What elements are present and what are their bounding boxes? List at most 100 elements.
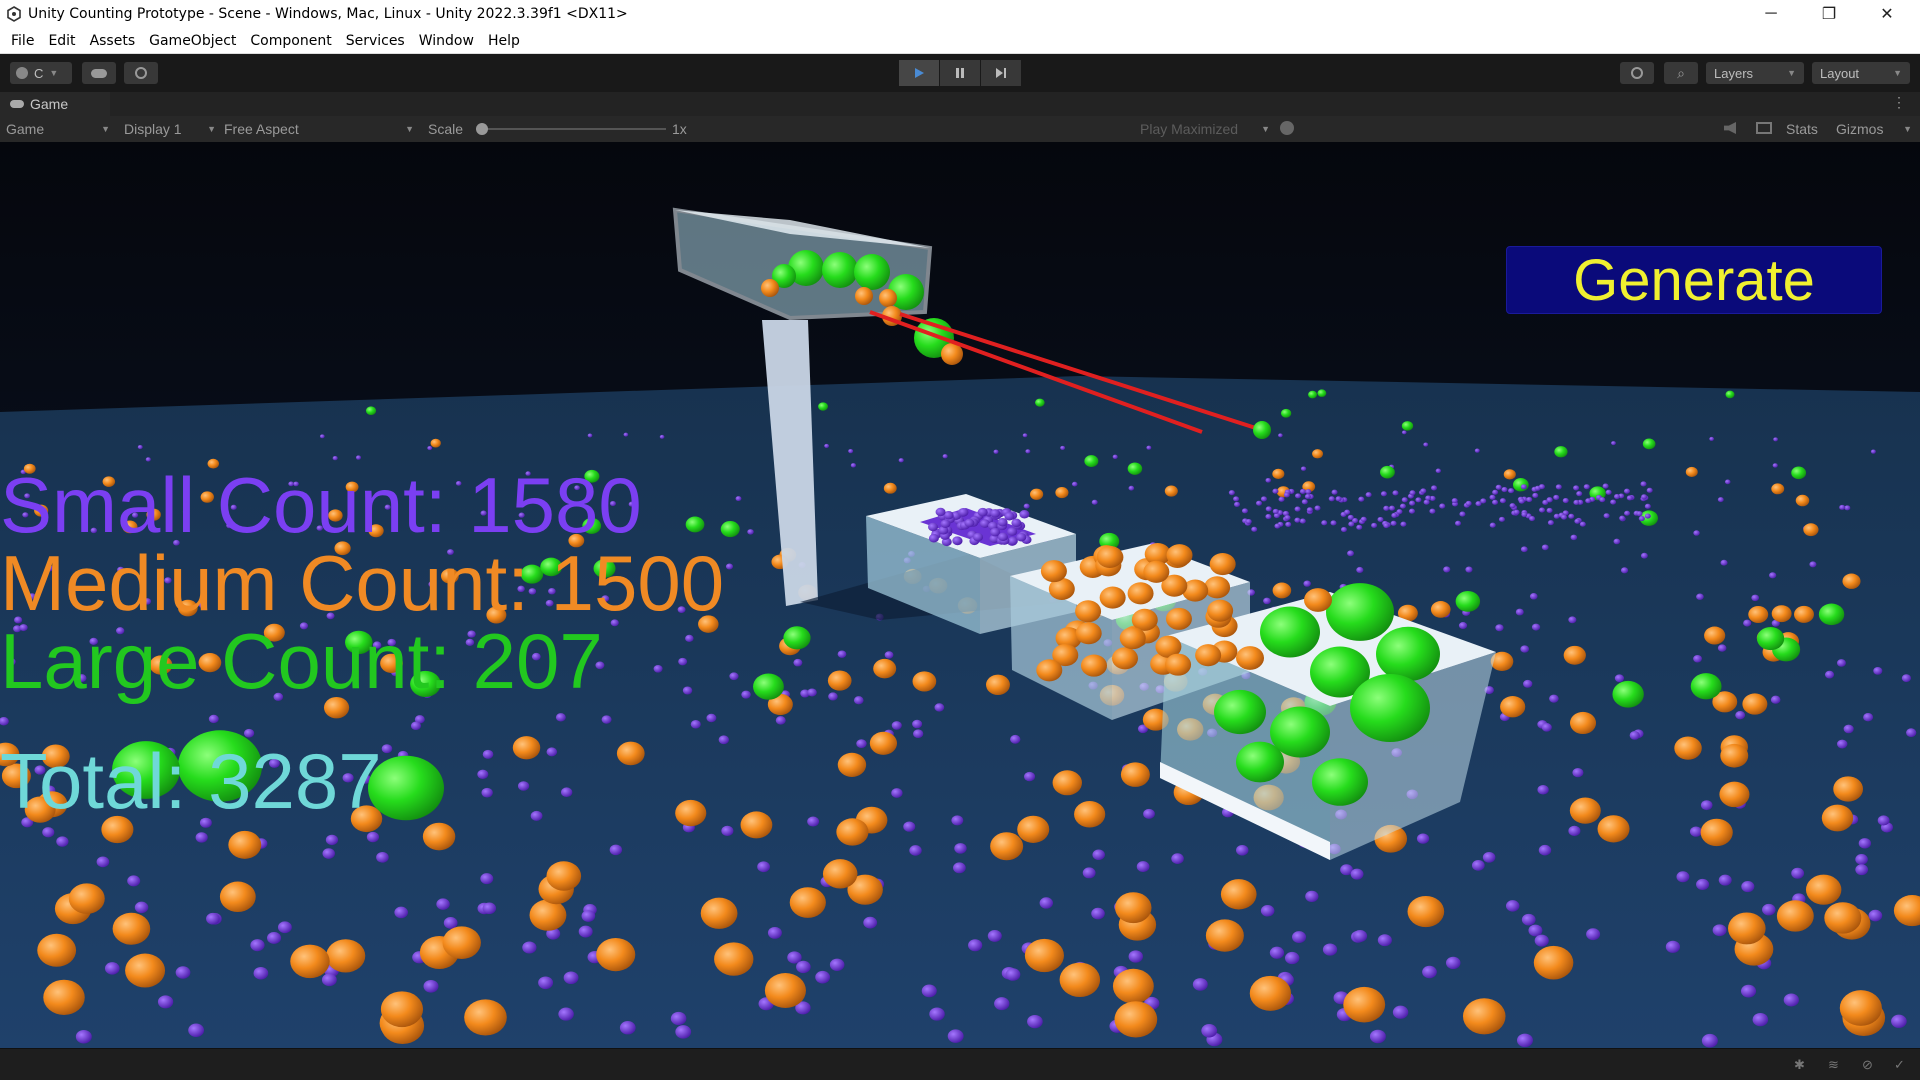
scene-ball <box>137 445 143 450</box>
play-icon <box>915 68 924 78</box>
scene-ball <box>1613 494 1620 500</box>
menu-edit[interactable]: Edit <box>41 33 82 49</box>
game-viewport[interactable]: Small Count: 1580 Medium Count: 1500 Lar… <box>0 142 1920 1048</box>
scale-label: Scale <box>428 121 464 137</box>
scene-ball <box>1435 468 1441 474</box>
play-mode-select[interactable]: Play Maximized ▼ <box>1140 120 1270 138</box>
scene-ball <box>482 902 497 914</box>
scene-ball <box>1369 1029 1386 1044</box>
scene-ball <box>1312 758 1368 806</box>
tab-game[interactable]: Game <box>0 92 110 116</box>
network-status-icon[interactable]: ⊘ <box>1862 1057 1880 1073</box>
layers-status-icon[interactable]: ≋ <box>1828 1057 1846 1073</box>
menu-component[interactable]: Component <box>243 33 338 49</box>
scene-ball <box>721 825 734 837</box>
menu-file[interactable]: File <box>4 33 41 49</box>
scene-ball <box>206 912 220 925</box>
scale-slider[interactable] <box>476 120 666 138</box>
scene-ball <box>529 899 567 931</box>
layers-dropdown[interactable]: Layers ▼ <box>1706 62 1804 84</box>
account-dropdown[interactable]: C ▼ <box>10 62 72 84</box>
menu-assets[interactable]: Assets <box>83 33 143 49</box>
scene-ball <box>837 752 867 777</box>
restore-button[interactable]: ❐ <box>1806 0 1852 28</box>
scene-ball <box>1305 489 1312 495</box>
scene-ball <box>1007 527 1018 536</box>
scene-ball <box>188 1023 205 1037</box>
scene-ball <box>1538 844 1552 856</box>
scene-ball <box>990 832 1024 861</box>
close-button[interactable]: ✕ <box>1864 0 1910 28</box>
scene-ball <box>1553 494 1560 501</box>
search-button[interactable]: ⌕ <box>1664 62 1698 84</box>
scene-ball <box>714 942 754 976</box>
scene-ball <box>1455 520 1462 526</box>
minimize-button[interactable]: ─ <box>1748 0 1794 28</box>
scene-ball <box>1576 491 1583 497</box>
check-status-icon[interactable]: ✓ <box>1894 1057 1912 1073</box>
aspect-select[interactable]: Free Aspect ▼ <box>224 120 414 138</box>
chevron-down-icon: ▼ <box>1903 124 1912 134</box>
pause-button[interactable] <box>940 60 980 86</box>
scale-slider-handle[interactable] <box>476 123 488 135</box>
menu-window[interactable]: Window <box>412 33 481 49</box>
bug-icon[interactable] <box>1280 121 1294 135</box>
scene-ball <box>1439 503 1446 509</box>
scene-ball <box>1024 938 1064 973</box>
scene-ball <box>1771 483 1785 495</box>
menu-gameobject[interactable]: GameObject <box>142 33 243 49</box>
undo-history-button[interactable] <box>1620 62 1654 84</box>
scene-ball <box>1772 463 1778 468</box>
menu-services[interactable]: Services <box>339 33 412 49</box>
scene-ball <box>828 692 838 701</box>
scene-ball <box>725 563 734 570</box>
scene-ball <box>1005 968 1021 981</box>
display-select-label: Display 1 <box>124 121 182 137</box>
step-button[interactable] <box>981 60 1021 86</box>
scene-ball <box>1513 509 1520 515</box>
stats-button[interactable]: Stats <box>1786 120 1818 138</box>
scene-ball <box>1295 493 1302 499</box>
bug-status-icon[interactable]: ✱ <box>1794 1057 1812 1073</box>
display-select[interactable]: Display 1 ▼ <box>124 120 216 138</box>
play-button[interactable] <box>899 60 939 86</box>
scene-ball <box>1623 488 1630 494</box>
generate-button[interactable]: Generate <box>1506 246 1882 314</box>
cloud-button[interactable] <box>82 62 116 84</box>
scene-ball <box>1423 442 1429 447</box>
view-select[interactable]: Game ▼ <box>6 120 110 138</box>
scene-ball <box>112 912 151 945</box>
scene-ball <box>1019 510 1030 519</box>
scene-ball <box>1111 647 1138 670</box>
scene-ball <box>1305 890 1319 903</box>
scene-ball <box>1676 871 1690 883</box>
settings-button[interactable] <box>124 62 158 84</box>
scene-ball <box>1492 499 1499 505</box>
scene-ball <box>856 739 867 749</box>
menu-help[interactable]: Help <box>481 33 527 49</box>
grid-icon[interactable] <box>1756 122 1772 134</box>
scene-ball <box>436 898 450 910</box>
scene-ball <box>986 674 1010 695</box>
more-options-icon[interactable]: ⋮ <box>1892 94 1906 111</box>
scene-ball <box>1260 606 1320 658</box>
scene-ball <box>134 901 149 914</box>
scene-ball <box>1207 599 1234 622</box>
account-label: C <box>34 65 44 81</box>
scene-ball <box>928 522 939 532</box>
scene-ball <box>228 830 262 859</box>
audio-mute-icon[interactable] <box>1724 122 1736 134</box>
scene-ball <box>1805 874 1842 905</box>
layout-dropdown[interactable]: Layout ▼ <box>1812 62 1910 84</box>
scene-ball <box>277 921 292 934</box>
scene-ball <box>954 843 967 854</box>
scene-ball <box>616 741 645 766</box>
scene-ball <box>75 1029 92 1044</box>
scene-ball <box>1377 934 1392 947</box>
gizmos-dropdown[interactable]: Gizmos ▼ <box>1836 120 1912 138</box>
scene-ball <box>1317 389 1327 397</box>
scene-ball <box>909 845 922 856</box>
scene-ball <box>1353 930 1368 942</box>
scene-ball <box>1555 484 1562 490</box>
scene-ball <box>700 897 738 929</box>
